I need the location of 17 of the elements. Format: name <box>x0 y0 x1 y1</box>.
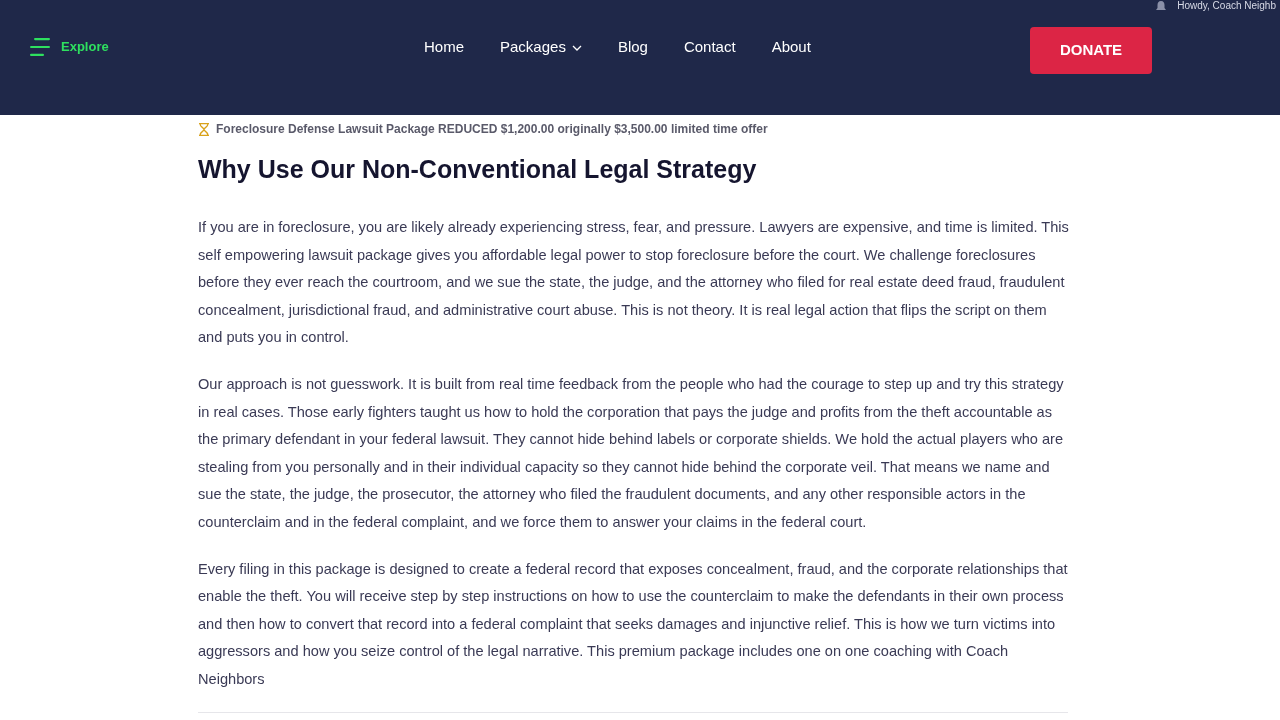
hourglass-icon <box>198 122 210 136</box>
nav-link[interactable]: Home <box>424 35 464 59</box>
explore-menu[interactable]: Explore <box>30 37 109 57</box>
nav-link[interactable]: Contact <box>683 35 736 59</box>
chevron-down-icon <box>571 44 582 51</box>
body-paragraph: If you are in foreclosure, you are likely already experiencing stress, fear, and pressure. Lawyers are expensive, and time is limited. This self empowering lawsuit package gives you affordable legal power to stop foreclosure before the court. We challenge foreclosures before they ever reach the courtroom, and we sue the state, the judge, and the attorney who filed for real estate deed fraud, fraudulent concealment, jurisdictional fraud, and administrative court abuse. This is not theory. It is real legal action that flips the script on them and puts you in control. <box>198 218 1070 348</box>
body-paragraph: Every filing in this package is designed to create a federal record that exposes concealment, fraud, and the corporate relationships that enable the theft. You will receive step by step instructions on how to use the counterclaim to make the defendants in their own process and then how to convert that record into a federal complaint that seeks damages and injunctive relief. This is how we turn victims into aggressors and how you seize control of the legal narrative. This premium package includes one on one coaching with Coach Neighbors <box>198 559 1069 689</box>
nav-link[interactable]: Blog <box>617 35 648 59</box>
body-paragraph: Our approach is not guesswork. It is built from real time feedback from the people who had the courage to step up and try this strategy in real cases. Those early fighters taught us how to hold the corporation that pays the judge and profits from the theft accountable as the primary defendant in your federal lawsuit. They cannot hide behind labels or corporate shields. We hold the actual players who are stealing from you personally and in their individual capacity so they cannot hide behind the corporate veil. That means we name and sue the state, the judge, the prosecutor, the attorney who filed the fraudulent documents, and any other responsible actors in the counterclaim and in the federal complaint, and we force them to answer your claims in the federal court. <box>198 374 1065 532</box>
greeting-text[interactable]: Howdy, Coach Neighb <box>1177 0 1276 12</box>
menu-icon <box>30 38 50 56</box>
nav-link[interactable]: Packages <box>500 35 582 59</box>
section-heading: Why Use Our Non-Conventional Legal Strategy <box>198 154 757 185</box>
nav-link[interactable]: About <box>771 35 811 59</box>
donate-button[interactable]: DONATE <box>1030 27 1152 74</box>
bell-icon[interactable] <box>1155 1 1168 11</box>
announcement-text: Foreclosure Defense Lawsuit Package REDUCED $1,200.00 originally $3,500.00 limited time offer <box>216 121 768 138</box>
